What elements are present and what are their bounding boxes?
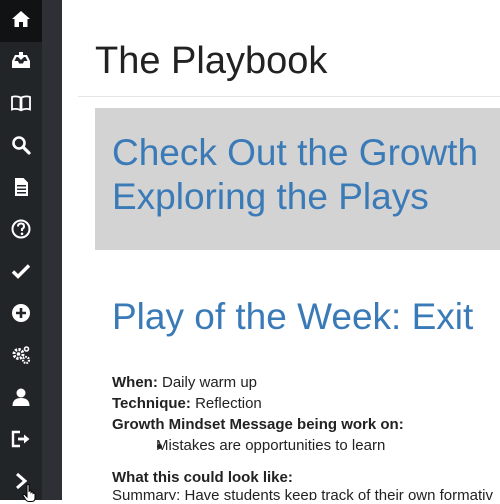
banner-line-1[interactable]: Check Out the Growth — [112, 132, 478, 174]
hand-pointer-cursor-icon — [22, 484, 36, 502]
when-row: When: Daily warm up — [112, 374, 257, 391]
search-icon — [11, 135, 31, 160]
sidebar-item-settings[interactable] — [0, 336, 42, 378]
sidebar — [0, 0, 62, 502]
sidebar-item-add[interactable] — [0, 294, 42, 336]
when-label: When: — [112, 374, 158, 391]
technique-label: Technique: — [112, 395, 191, 412]
page-title: The Playbook — [95, 40, 328, 82]
sidebar-rail — [42, 0, 62, 500]
main-content: The Playbook Check Out the Growth Explor… — [62, 0, 500, 500]
section-title: Play of the Week: Exit — [112, 296, 474, 337]
look-row: What this could look like: — [112, 469, 293, 486]
user-icon — [11, 387, 31, 412]
help-icon — [11, 219, 31, 244]
sidebar-item-book[interactable] — [0, 84, 42, 126]
settings-gears-icon — [11, 345, 31, 370]
checkmark-icon — [11, 261, 31, 286]
sidebar-item-user[interactable] — [0, 378, 42, 420]
when-value: Daily warm up — [162, 374, 258, 391]
sidebar-item-help[interactable] — [0, 210, 42, 252]
sidebar-item-check[interactable] — [0, 252, 42, 294]
logout-icon — [11, 429, 31, 454]
technique-row: Technique: Reflection — [112, 395, 262, 412]
message-bullet: Mistakes are opportunities to learn — [156, 437, 386, 454]
inbox-icon — [11, 51, 31, 76]
home-icon — [11, 9, 31, 34]
banner-line-2[interactable]: Exploring the Plays — [112, 176, 429, 218]
look-label: What this could look like: — [112, 469, 293, 486]
title-divider — [78, 96, 500, 97]
technique-value: Reflection — [195, 395, 262, 412]
growth-banner[interactable]: Check Out the Growth Exploring the Plays — [95, 108, 500, 250]
sidebar-item-inbox[interactable] — [0, 42, 42, 84]
sidebar-item-document[interactable] — [0, 168, 42, 210]
message-label: Growth Mindset Message being work on: — [112, 416, 404, 433]
book-icon — [11, 93, 31, 118]
document-icon — [11, 177, 31, 202]
sidebar-item-logout[interactable] — [0, 420, 42, 462]
summary-text: Summary: Have students keep track of the… — [112, 487, 493, 500]
sidebar-item-home[interactable] — [0, 0, 42, 42]
message-row: Growth Mindset Message being work on: — [112, 416, 404, 433]
add-icon — [11, 303, 31, 328]
sidebar-item-search[interactable] — [0, 126, 42, 168]
